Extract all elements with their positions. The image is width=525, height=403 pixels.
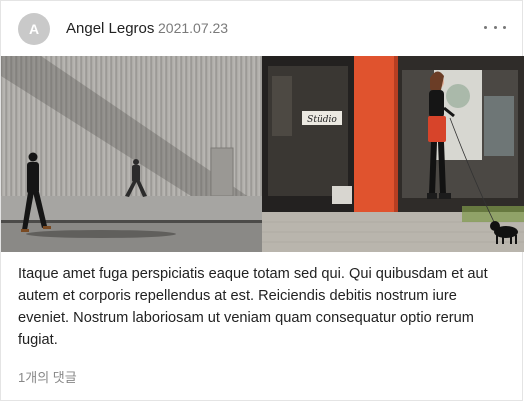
author-name[interactable]: Angel Legros [66, 20, 154, 37]
comments-link[interactable]: 1개의 댓글 [18, 367, 77, 386]
photo-woman-walking-dog[interactable]: Stüdio [262, 56, 524, 252]
post-header: A Angel Legros 2021.07.23 [1, 1, 522, 57]
post-body: Itaque amet fuga perspiciatis eaque tota… [18, 266, 488, 348]
photo-warehouse-walkers[interactable] [1, 56, 262, 252]
avatar[interactable]: A [18, 13, 50, 45]
post-card: A Angel Legros 2021.07.23 Stüdio Itaque … [0, 0, 524, 401]
more-dot [493, 25, 497, 29]
more-dot [503, 25, 506, 29]
image-gallery: Stüdio [1, 56, 524, 252]
more-options-icon[interactable] [484, 17, 506, 37]
store-sign-text: Stüdio [307, 115, 337, 125]
post-date: 2021.07.23 [158, 20, 229, 36]
more-dot [484, 25, 487, 29]
